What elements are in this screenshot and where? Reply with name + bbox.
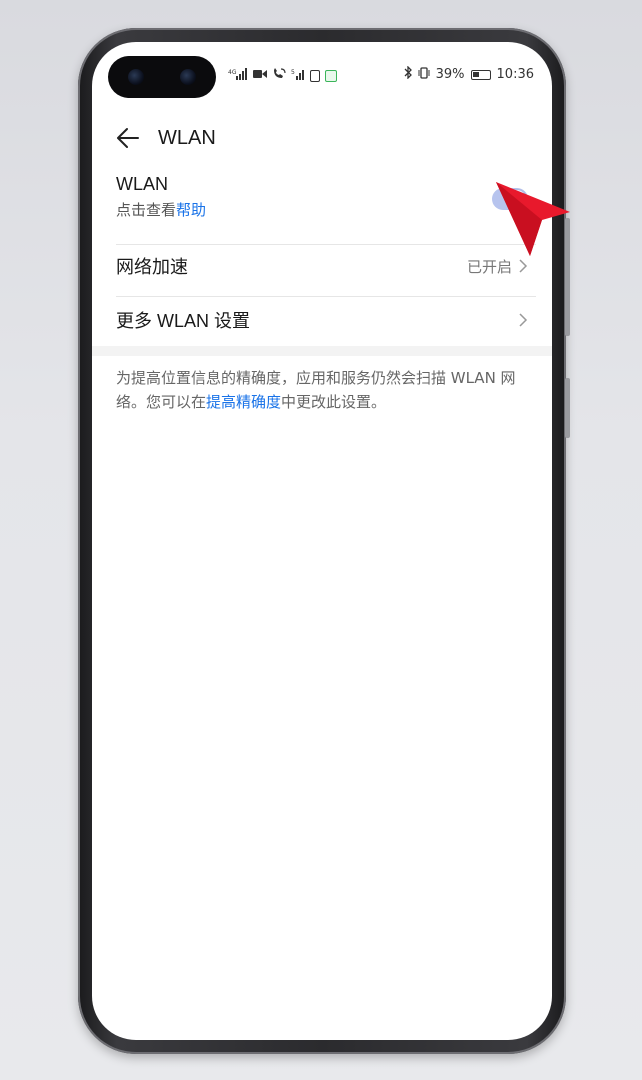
section-separator [92, 346, 552, 356]
wlan-label: WLAN [116, 174, 169, 194]
video-icon [253, 69, 267, 83]
green-sim-icon [325, 70, 337, 82]
help-link[interactable]: 帮助 [176, 201, 206, 219]
status-time: 10:36 [496, 67, 534, 82]
signal-icon: 5 [291, 68, 305, 84]
network-accel-label: 网络加速 [116, 257, 188, 277]
back-arrow-icon[interactable] [116, 126, 140, 150]
status-bar-right: 39% 10:36 [404, 65, 534, 83]
note-text-after: 中更改此设置。 [281, 393, 387, 411]
network-accel-row[interactable]: 网络加速 已开启 [116, 244, 528, 288]
page-header: WLAN [116, 126, 216, 150]
battery-saver-icon [310, 70, 320, 82]
improve-accuracy-link[interactable]: 提高精确度 [206, 393, 281, 411]
more-wlan-settings-row[interactable]: 更多 WLAN 设置 [116, 298, 528, 342]
signal-hd-icon: 4G [228, 68, 248, 84]
wifi-call-icon [272, 68, 286, 84]
wlan-toggle-row[interactable]: WLAN 点击查看帮助 [116, 174, 528, 232]
page-title: WLAN [158, 126, 216, 149]
network-accel-value: 已开启 [466, 257, 512, 276]
camera-lens-icon [128, 69, 144, 85]
network-accel-status: 已开启 [467, 256, 528, 277]
camera-lens-icon [180, 69, 196, 85]
scan-accuracy-note: 为提高位置信息的精确度，应用和服务仍然会扫描 WLAN 网络。您可以在提高精确度… [116, 366, 528, 414]
power-button [565, 378, 570, 438]
battery-icon [470, 69, 491, 80]
chevron-right-icon [519, 259, 528, 273]
battery-percent: 39% [435, 67, 465, 82]
wlan-help-prefix: 点击查看 [116, 201, 177, 219]
red-pointer-arrow-icon [496, 182, 570, 256]
bluetooth-icon [404, 65, 412, 83]
wlan-help-text: 点击查看帮助 [116, 199, 528, 220]
phone-frame: 4G 5 39% 10:36 WLAN WLAN 点击查看帮助 网络加速 已开启… [78, 28, 570, 1054]
status-bar-left: 4G 5 [228, 68, 337, 84]
divider [116, 296, 536, 297]
svg-text:5: 5 [291, 69, 295, 76]
svg-text:4G: 4G [228, 69, 237, 76]
front-camera-cutout [108, 56, 216, 98]
more-wlan-settings-label: 更多 WLAN 设置 [116, 311, 251, 331]
chevron-right-icon [519, 313, 528, 327]
vibrate-icon [418, 66, 430, 83]
phone-screen: 4G 5 39% 10:36 WLAN WLAN 点击查看帮助 网络加速 已开启… [92, 42, 552, 1040]
